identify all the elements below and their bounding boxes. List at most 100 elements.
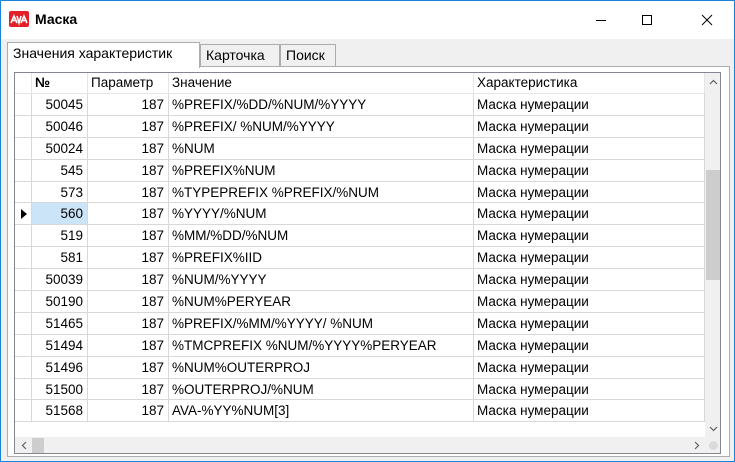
cell-characteristic[interactable]: Маска нумерации bbox=[474, 312, 705, 335]
cell-characteristic[interactable]: Маска нумерации bbox=[474, 378, 705, 401]
table-row[interactable]: 545 187 %PREFIX%NUM Маска нумерации bbox=[15, 159, 705, 182]
cell-parameter[interactable]: 187 bbox=[88, 181, 169, 204]
row-indicator-cell[interactable] bbox=[15, 334, 32, 357]
table-row[interactable]: 50046 187 %PREFIX/ %NUM/%YYYY Маска нумерац… bbox=[15, 115, 705, 138]
cell-characteristic[interactable]: Маска нумерации bbox=[474, 137, 705, 160]
cell-no[interactable]: 51500 bbox=[32, 378, 88, 401]
cell-value[interactable]: %MM/%DD/%NUM bbox=[169, 225, 474, 248]
cell-no[interactable]: 50024 bbox=[32, 137, 88, 160]
cell-parameter[interactable]: 187 bbox=[88, 94, 169, 116]
header-value[interactable]: Значение bbox=[169, 73, 474, 94]
maximize-button[interactable] bbox=[624, 1, 670, 39]
cell-no[interactable]: 51568 bbox=[32, 400, 88, 423]
row-indicator-cell[interactable] bbox=[15, 312, 32, 335]
cell-characteristic[interactable]: Маска нумерации bbox=[474, 203, 705, 226]
cell-characteristic[interactable]: Маска нумерации bbox=[474, 247, 705, 270]
row-indicator-cell[interactable] bbox=[15, 137, 32, 160]
title-bar[interactable]: Маска bbox=[1, 1, 734, 39]
cell-no[interactable]: 51494 bbox=[32, 334, 88, 357]
cell-parameter[interactable]: 187 bbox=[88, 378, 169, 401]
table-row[interactable]: 50024 187 %NUM Маска нумерации bbox=[15, 137, 705, 160]
table-row[interactable]: 51500 187 %OUTERPROJ/%NUM Маска нумерации bbox=[15, 378, 705, 401]
cell-characteristic[interactable]: Маска нумерации bbox=[474, 356, 705, 379]
cell-value[interactable]: %TMCPREFIX %NUM/%YYYY%PERYEAR bbox=[169, 334, 474, 357]
cell-characteristic[interactable]: Маска нумерации bbox=[474, 181, 705, 204]
cell-parameter[interactable]: 187 bbox=[88, 203, 169, 226]
header-parameter[interactable]: Параметр bbox=[88, 73, 169, 94]
scroll-up-button[interactable] bbox=[705, 73, 720, 90]
cell-value[interactable]: %PREFIX%IID bbox=[169, 247, 474, 270]
cell-parameter[interactable]: 187 bbox=[88, 115, 169, 138]
vertical-scroll-thumb[interactable] bbox=[706, 170, 720, 280]
cell-parameter[interactable]: 187 bbox=[88, 334, 169, 357]
cell-parameter[interactable]: 187 bbox=[88, 356, 169, 379]
scroll-left-button[interactable] bbox=[15, 437, 32, 453]
cell-characteristic[interactable]: Маска нумерации bbox=[474, 115, 705, 138]
table-row[interactable]: 51494 187 %TMCPREFIX %NUM/%YYYY%PERYEAR Мас… bbox=[15, 334, 705, 357]
minimize-button[interactable] bbox=[578, 1, 624, 39]
close-button[interactable] bbox=[684, 1, 730, 39]
vertical-scrollbar[interactable] bbox=[705, 73, 720, 437]
tab-characteristic-values[interactable]: Значения характеристик bbox=[7, 42, 200, 68]
cell-parameter[interactable]: 187 bbox=[88, 247, 169, 270]
cell-value[interactable]: %PREFIX%NUM bbox=[169, 159, 474, 182]
cell-value[interactable]: %NUM bbox=[169, 137, 474, 160]
cell-no[interactable]: 50190 bbox=[32, 291, 88, 313]
table-row[interactable]: 50045 187 %PREFIX/%DD/%NUM/%YYYY Маска нуме… bbox=[15, 94, 705, 116]
cell-value[interactable]: %NUM/%YYYY bbox=[169, 269, 474, 292]
header-no[interactable]: № bbox=[32, 73, 88, 94]
row-indicator-cell[interactable] bbox=[15, 356, 32, 379]
cell-value[interactable]: %TYPEPREFIX %PREFIX/%NUM bbox=[169, 181, 474, 204]
cell-characteristic[interactable]: Маска нумерации bbox=[474, 334, 705, 357]
cell-no[interactable]: 545 bbox=[32, 159, 88, 182]
cell-characteristic[interactable]: Маска нумерации bbox=[474, 159, 705, 182]
tab-card[interactable]: Карточка bbox=[200, 44, 280, 66]
table-row[interactable]: 573 187 %TYPEPREFIX %PREFIX/%NUM Маска нуме… bbox=[15, 181, 705, 204]
row-indicator-cell[interactable] bbox=[15, 94, 32, 116]
cell-value[interactable]: %PREFIX/%DD/%NUM/%YYYY bbox=[169, 94, 474, 116]
cell-value[interactable]: AVA-%YY%NUM[3] bbox=[169, 400, 474, 423]
cell-characteristic[interactable]: Маска нумерации bbox=[474, 400, 705, 423]
cell-no[interactable]: 50039 bbox=[32, 269, 88, 292]
cell-no[interactable]: 50045 bbox=[32, 94, 88, 116]
cell-no[interactable]: 51465 bbox=[32, 312, 88, 335]
cell-parameter[interactable]: 187 bbox=[88, 137, 169, 160]
table-row[interactable]: 50190 187 %NUM%PERYEAR Маска нумерации bbox=[15, 291, 705, 313]
scroll-right-button[interactable] bbox=[688, 437, 705, 453]
cell-parameter[interactable]: 187 bbox=[88, 269, 169, 292]
header-characteristic[interactable]: Характеристика bbox=[474, 73, 705, 94]
cell-characteristic[interactable]: Маска нумерации bbox=[474, 225, 705, 248]
cell-no[interactable]: 573 bbox=[32, 181, 88, 204]
cell-characteristic[interactable]: Маска нумерации bbox=[474, 94, 705, 116]
scroll-down-button[interactable] bbox=[705, 420, 720, 437]
row-indicator-cell[interactable] bbox=[15, 115, 32, 138]
cell-no[interactable]: 51496 bbox=[32, 356, 88, 379]
horizontal-scrollbar[interactable] bbox=[15, 437, 705, 453]
table-row[interactable]: 560 187 %YYYY/%NUM Маска нумерации bbox=[15, 203, 705, 226]
cell-value[interactable]: %YYYY/%NUM bbox=[169, 203, 474, 226]
row-indicator-cell[interactable] bbox=[15, 225, 32, 248]
row-indicator-cell[interactable] bbox=[15, 378, 32, 401]
table-row[interactable]: 51496 187 %NUM%OUTERPROJ Маска нумерации bbox=[15, 356, 705, 379]
row-indicator-cell[interactable] bbox=[15, 291, 32, 313]
cell-no[interactable]: 560 bbox=[32, 203, 88, 226]
table-row[interactable]: 51568 187 AVA-%YY%NUM[3] Маска нумерации bbox=[15, 400, 705, 423]
row-indicator-cell[interactable] bbox=[15, 247, 32, 270]
cell-no[interactable]: 581 bbox=[32, 247, 88, 270]
cell-parameter[interactable]: 187 bbox=[88, 400, 169, 423]
cell-no[interactable]: 519 bbox=[32, 225, 88, 248]
row-indicator-cell[interactable] bbox=[15, 159, 32, 182]
cell-value[interactable]: %NUM%OUTERPROJ bbox=[169, 356, 474, 379]
table-row[interactable]: 50039 187 %NUM/%YYYY Маска нумерации bbox=[15, 269, 705, 292]
horizontal-scroll-thumb[interactable] bbox=[32, 438, 44, 453]
cell-characteristic[interactable]: Маска нумерации bbox=[474, 269, 705, 292]
row-indicator-cell[interactable] bbox=[15, 269, 32, 292]
row-indicator-cell[interactable] bbox=[15, 400, 32, 423]
cell-parameter[interactable]: 187 bbox=[88, 312, 169, 335]
row-indicator-cell[interactable] bbox=[15, 203, 32, 226]
cell-value[interactable]: %OUTERPROJ/%NUM bbox=[169, 378, 474, 401]
cell-parameter[interactable]: 187 bbox=[88, 159, 169, 182]
cell-value[interactable]: %PREFIX/%MM/%YYYY/ %NUM bbox=[169, 312, 474, 335]
cell-no[interactable]: 50046 bbox=[32, 115, 88, 138]
cell-value[interactable]: %NUM%PERYEAR bbox=[169, 291, 474, 313]
